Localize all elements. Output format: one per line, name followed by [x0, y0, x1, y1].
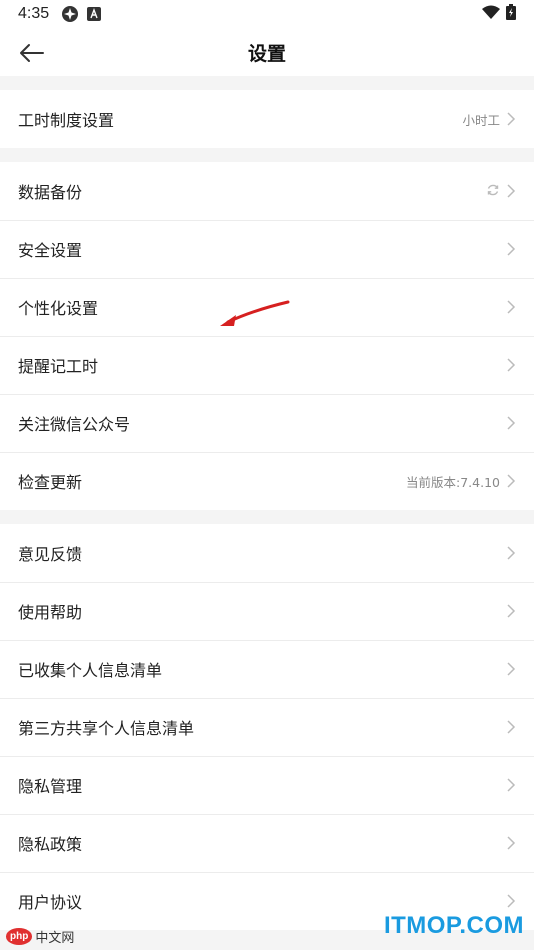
settings-item-label: 工时制度设置 [18, 111, 115, 130]
chevron-right-icon [506, 358, 516, 372]
itmop-watermark: ITMOP.COM [383, 912, 524, 939]
annotation-arrow-icon [220, 300, 290, 326]
settings-item-label: 隐私政策 [18, 835, 83, 854]
settings-item-reminder[interactable]: 提醒记工时 [0, 336, 534, 394]
php-badge: php [6, 928, 33, 945]
settings-item-label: 安全设置 [18, 241, 83, 260]
php-watermark-text: 中文网 [35, 931, 75, 946]
settings-item-label: 用户协议 [18, 893, 83, 912]
chevron-right-icon [506, 416, 516, 430]
settings-item-privacy-policy[interactable]: 隐私政策 [0, 814, 534, 872]
settings-item-wechat[interactable]: 关注微信公众号 [0, 394, 534, 452]
settings-item-update[interactable]: 检查更新 当前版本:7.4.10 [0, 452, 534, 510]
wifi-icon [482, 5, 500, 23]
chevron-right-icon [506, 184, 516, 198]
php-watermark: php 中文网 [6, 927, 74, 946]
settings-item-label: 意见反馈 [18, 545, 83, 564]
settings-group-work: 工时制度设置 小时工 [0, 90, 534, 148]
status-time: 4:35 [18, 5, 50, 22]
settings-item-label: 检查更新 [18, 473, 83, 492]
chevron-right-icon [506, 720, 516, 734]
work-system-value: 小时工 [462, 112, 500, 128]
chevron-right-icon [506, 894, 516, 908]
chevron-right-icon [506, 242, 516, 256]
settings-item-label: 数据备份 [18, 183, 83, 202]
settings-item-backup[interactable]: 数据备份 [0, 162, 534, 220]
chevron-right-icon [506, 778, 516, 792]
settings-group-info: 意见反馈 使用帮助 已收集个人信息清单 第三方共享个人信息清单 隐私管理 隐私政… [0, 524, 534, 930]
chevron-right-icon [506, 662, 516, 676]
battery-icon [506, 4, 516, 24]
settings-group-general: 数据备份 安全设置 个性化设置 提醒记工时 关注微信公众号 检查更新 当前版本:… [0, 162, 534, 510]
page-title: 设置 [247, 42, 286, 65]
chevron-right-icon [506, 604, 516, 618]
settings-item-third-party-info[interactable]: 第三方共享个人信息清单 [0, 698, 534, 756]
arrow-left-icon [20, 44, 44, 62]
a-notification-icon [87, 7, 102, 21]
settings-item-help[interactable]: 使用帮助 [0, 582, 534, 640]
settings-item-label: 隐私管理 [18, 777, 83, 796]
status-bar: 4:35 [0, 0, 534, 28]
settings-item-label: 个性化设置 [18, 299, 99, 318]
settings-item-label: 第三方共享个人信息清单 [18, 719, 195, 738]
settings-item-feedback[interactable]: 意见反馈 [0, 524, 534, 582]
settings-item-label: 已收集个人信息清单 [18, 661, 163, 680]
chevron-right-icon [506, 300, 516, 314]
settings-item-privacy-manage[interactable]: 隐私管理 [0, 756, 534, 814]
settings-item-label: 使用帮助 [18, 603, 83, 622]
settings-item-security[interactable]: 安全设置 [0, 220, 534, 278]
settings-item-work-system[interactable]: 工时制度设置 小时工 [0, 90, 534, 148]
chevron-right-icon [506, 546, 516, 560]
chevron-right-icon [506, 474, 516, 488]
sync-icon [486, 182, 500, 201]
chevron-right-icon [506, 112, 516, 126]
back-button[interactable] [16, 38, 46, 68]
settings-item-collected-info[interactable]: 已收集个人信息清单 [0, 640, 534, 698]
settings-item-label: 提醒记工时 [18, 357, 99, 376]
app-bar: 设置 [0, 28, 534, 76]
version-value: 当前版本:7.4.10 [406, 474, 500, 490]
settings-item-label: 关注微信公众号 [18, 415, 131, 434]
app-notification-icon [61, 5, 79, 23]
chevron-right-icon [506, 836, 516, 850]
